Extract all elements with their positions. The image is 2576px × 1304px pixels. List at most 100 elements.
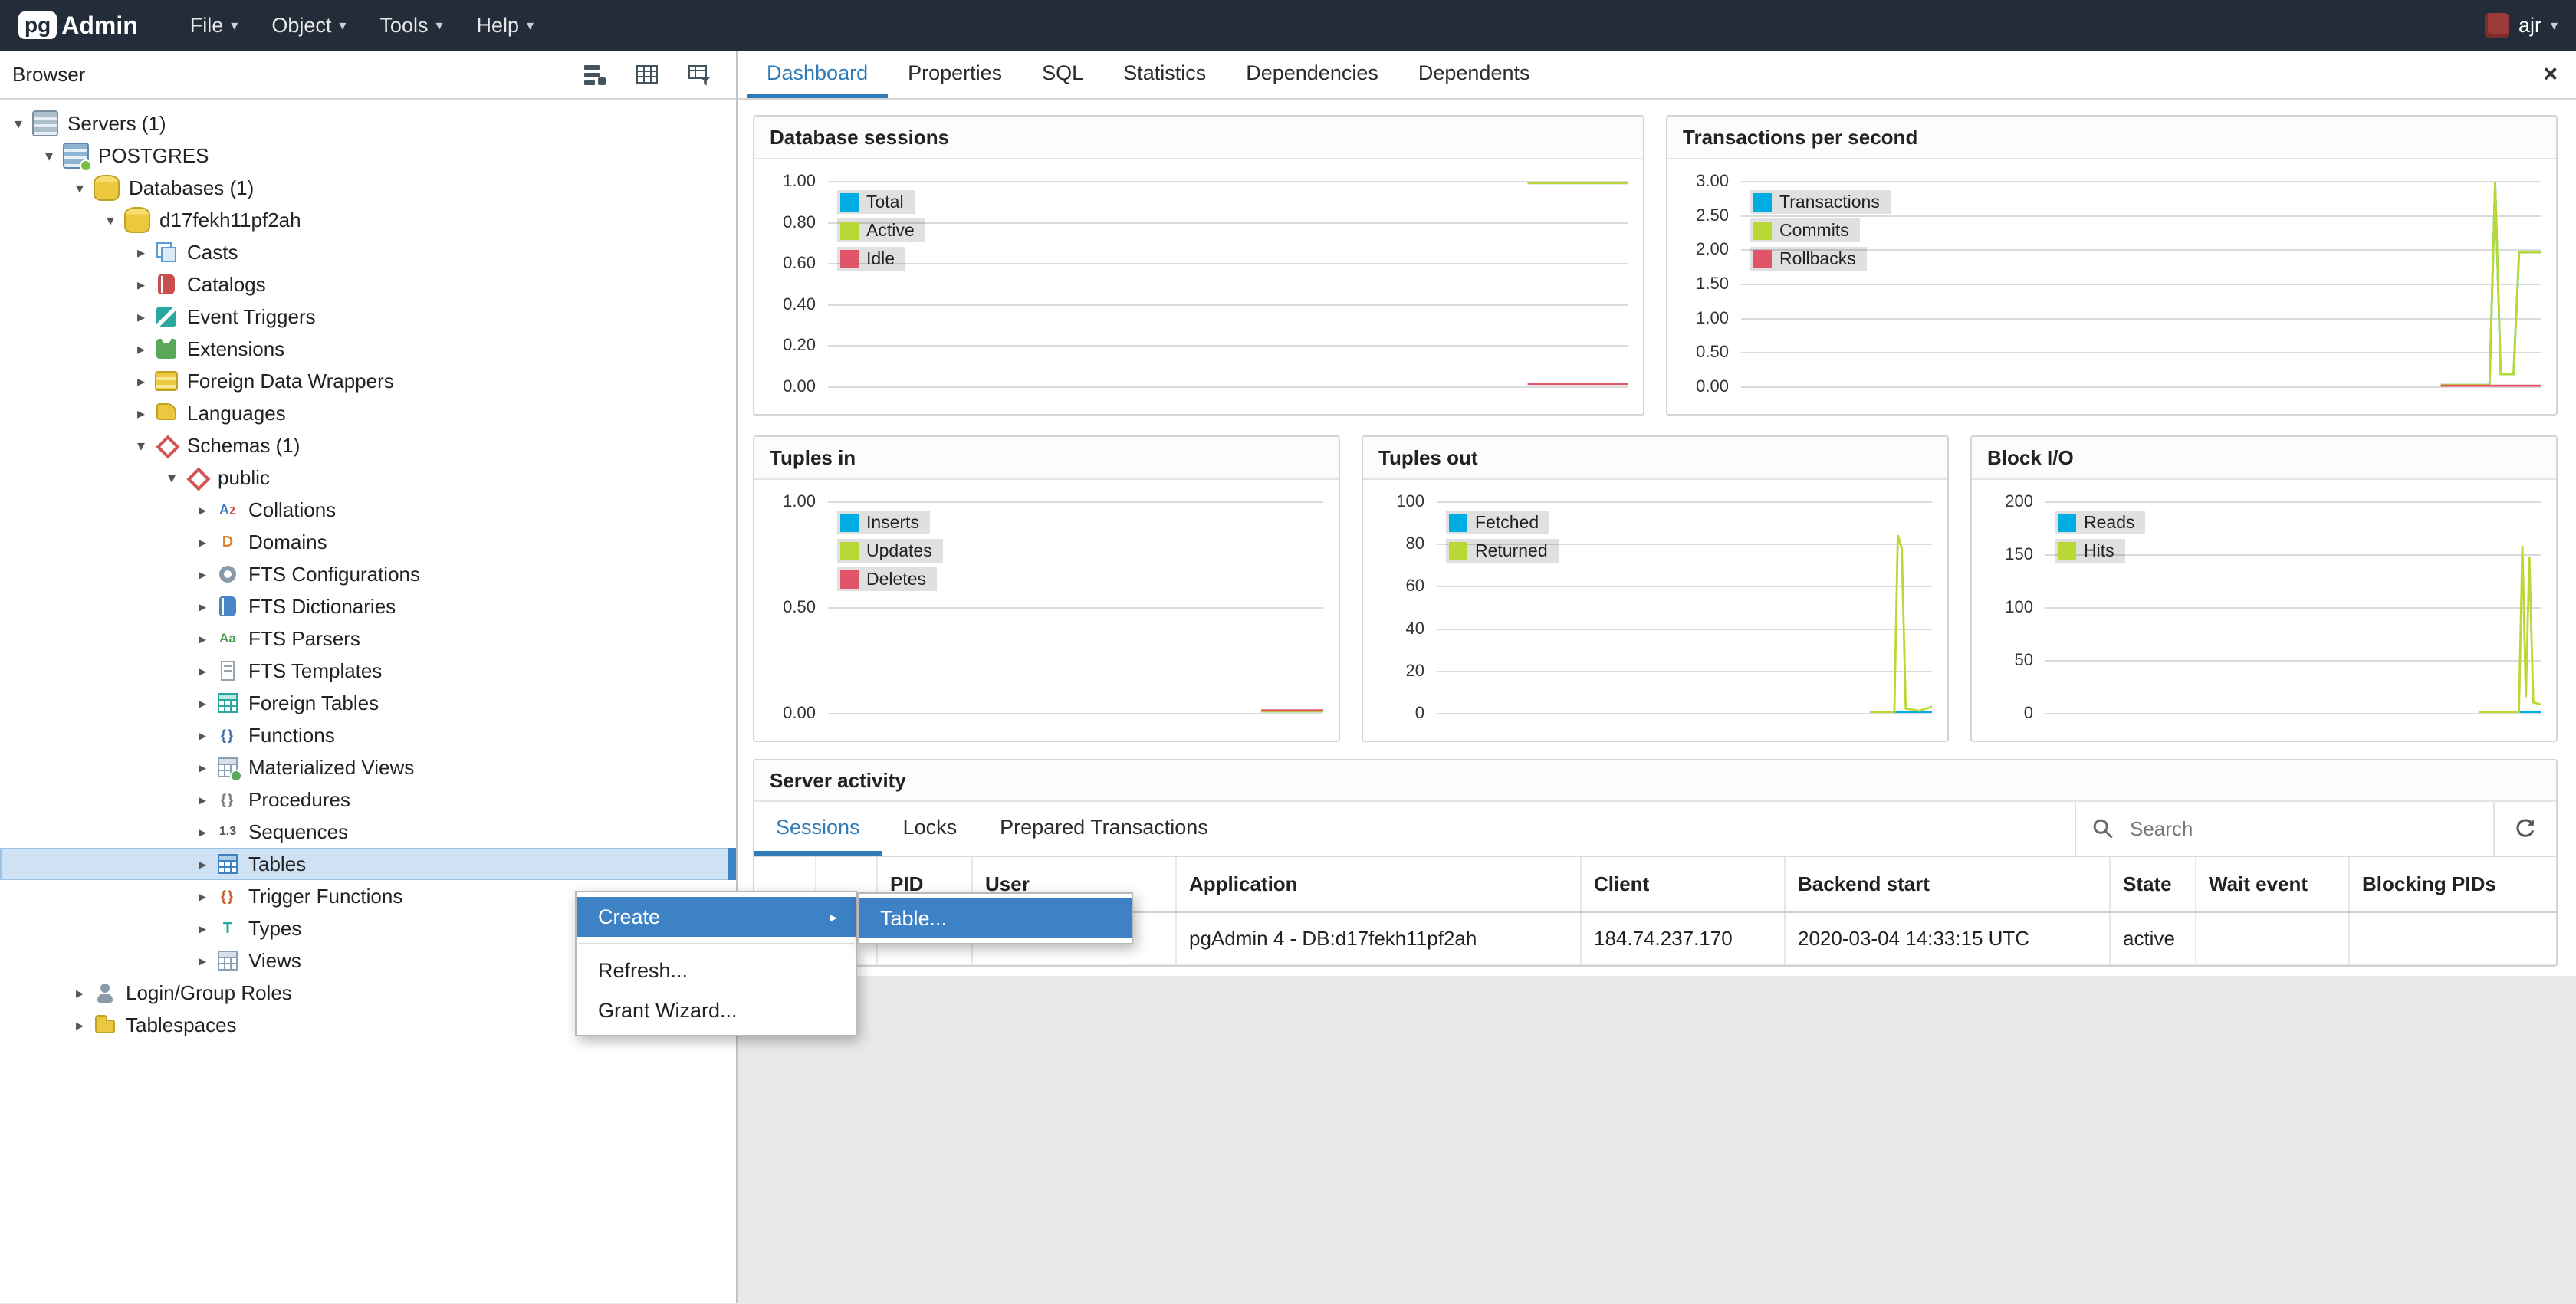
server-activity-tab-locks[interactable]: Locks [882,802,979,856]
chevron-right-icon[interactable]: ▸ [190,565,215,584]
legend-label: Updates [866,540,932,561]
legend-label: Commits [1779,220,1849,241]
tree-item-materialized-views[interactable]: ▸Materialized Views [0,751,736,783]
chevron-right-icon[interactable]: ▸ [67,1016,92,1035]
chevron-right-icon[interactable]: ▸ [129,243,153,262]
chevron-right-icon[interactable]: ▸ [190,726,215,745]
column-header-client[interactable]: Client [1581,857,1785,912]
tree-item-casts[interactable]: ▸Casts [0,236,736,268]
chevron-down-icon[interactable]: ▾ [98,211,123,230]
menu-tools[interactable]: Tools▾ [364,3,458,48]
chevron-down-icon[interactable]: ▾ [67,179,92,198]
tab-properties[interactable]: Properties [888,51,1022,98]
chevron-right-icon[interactable]: ▸ [190,533,215,552]
column-header-blocking-pids[interactable]: Blocking PIDs [2349,857,2556,912]
tree-item-procedures[interactable]: ▸Procedures [0,783,736,816]
tree-item-functions[interactable]: ▸Functions [0,719,736,751]
chevron-right-icon[interactable]: ▸ [129,372,153,391]
chevron-right-icon[interactable]: ▸ [67,984,92,1003]
tree-item-catalogs[interactable]: ▸Catalogs [0,268,736,301]
chevron-right-icon[interactable]: ▸ [190,887,215,906]
tree-item-schemas-1[interactable]: ▾Schemas (1) [0,429,736,461]
chevron-down-icon[interactable]: ▾ [159,468,184,488]
tree-item-postgres[interactable]: ▾POSTGRES [0,140,736,172]
browser-tree: ▾Servers (1)▾POSTGRES▾Databases (1)▾d17f… [0,100,736,1303]
chevron-right-icon[interactable]: ▸ [129,275,153,294]
chevron-right-icon[interactable]: ▸ [190,662,215,681]
context-menu-item-refresh[interactable]: Refresh... [577,951,856,990]
tab-dependents[interactable]: Dependents [1398,51,1550,98]
legend-label: Returned [1475,540,1548,561]
tree-item-public[interactable]: ▾public [0,461,736,494]
tab-dashboard[interactable]: Dashboard [747,51,888,98]
chevron-right-icon[interactable]: ▸ [190,951,215,971]
tree-item-label: Extensions [186,337,297,361]
series-hits [2479,546,2541,712]
tree-item-d17fekh11pf2ah[interactable]: ▾d17fekh11pf2ah [0,204,736,236]
tree-item-databases-1[interactable]: ▾Databases (1) [0,172,736,204]
filter-grid-icon[interactable] [681,57,718,91]
server-activity-tab-prepared-transactions[interactable]: Prepared Transactions [978,802,1230,856]
chevron-right-icon[interactable]: ▸ [129,340,153,359]
chevron-right-icon[interactable]: ▸ [190,597,215,616]
tree-item-extensions[interactable]: ▸ Extensions [0,333,736,365]
chevron-right-icon[interactable]: ▸ [190,629,215,649]
menu-object[interactable]: Object▾ [256,3,361,48]
column-header-backend-start[interactable]: Backend start [1785,857,2110,912]
chevron-down-icon[interactable]: ▾ [37,146,61,166]
tab-dependencies[interactable]: Dependencies [1226,51,1398,98]
tree-item-domains[interactable]: ▸Domains [0,526,736,558]
close-panel-icon[interactable]: × [2543,58,2558,89]
cell-blocking-pids [2349,912,2556,964]
menu-file[interactable]: File▾ [175,3,254,48]
tree-item-foreign-tables[interactable]: ▸Foreign Tables [0,687,736,719]
tree-item-fts-dictionaries[interactable]: ▸FTS Dictionaries [0,590,736,622]
column-header-wait-event[interactable]: Wait event [2196,857,2349,912]
chevron-right-icon[interactable]: ▸ [190,501,215,520]
tree-item-languages[interactable]: ▸Languages [0,397,736,429]
tree-item-fts-templates[interactable]: ▸FTS Templates [0,655,736,687]
chevron-right-icon[interactable]: ▸ [129,307,153,327]
logo-admin-text: Admin [61,11,138,40]
chevron-down-icon[interactable]: ▾ [129,436,153,455]
chevron-right-icon[interactable]: ▸ [190,855,215,874]
fts-configurations-icon [216,563,239,586]
tree-item-event-triggers[interactable]: ▸Event Triggers [0,301,736,333]
tree-item-label: FTS Configurations [247,563,432,586]
submenu-item-table[interactable]: Table... [859,898,1132,938]
context-menu-item-grant-wizard[interactable]: Grant Wizard... [577,990,856,1030]
tab-sql[interactable]: SQL [1022,51,1103,98]
chevron-right-icon[interactable]: ▸ [190,790,215,810]
legend-label: Reads [2084,512,2134,533]
grid-icon[interactable] [629,57,665,91]
column-header-application[interactable]: Application [1176,857,1581,912]
user-menu[interactable]: ajr ▾ [2485,13,2558,38]
column-header-state[interactable]: State [2110,857,2196,912]
chevron-right-icon[interactable]: ▸ [190,694,215,713]
tab-statistics[interactable]: Statistics [1103,51,1226,98]
tree-item-foreign-data-wrappers[interactable]: ▸Foreign Data Wrappers [0,365,736,397]
chevron-right-icon[interactable]: ▸ [129,404,153,423]
chevron-down-icon[interactable]: ▾ [6,114,31,133]
server-activity-tab-sessions[interactable]: Sessions [754,802,882,856]
chevron-right-icon[interactable]: ▸ [190,919,215,938]
dashboard-content: Database sessions1.000.800.600.400.200.0… [738,100,2576,976]
object-explorer-icon[interactable] [577,57,613,91]
tree-item-fts-parsers[interactable]: ▸FTS Parsers [0,622,736,655]
chart-database-sessions: Database sessions1.000.800.600.400.200.0… [753,115,1644,416]
views-icon [216,949,239,972]
gridline [828,713,1323,714]
tree-item-fts-configurations[interactable]: ▸ FTS Configurations [0,558,736,590]
legend-item-rollbacks: Rollbacks [1750,247,1867,271]
menu-help[interactable]: Help▾ [462,3,550,48]
tree-item-servers-1[interactable]: ▾Servers (1) [0,107,736,140]
refresh-button[interactable] [2493,802,2556,856]
chevron-right-icon[interactable]: ▸ [190,758,215,777]
gridline [1437,713,1932,714]
tree-item-collations[interactable]: ▸Collations [0,494,736,526]
chevron-right-icon[interactable]: ▸ [190,823,215,842]
tree-item-sequences[interactable]: ▸Sequences [0,816,736,848]
context-menu-item-create[interactable]: Create▸ [577,897,856,937]
search-input[interactable] [2127,816,2478,843]
tree-item-tables[interactable]: ▸Tables [0,848,736,880]
